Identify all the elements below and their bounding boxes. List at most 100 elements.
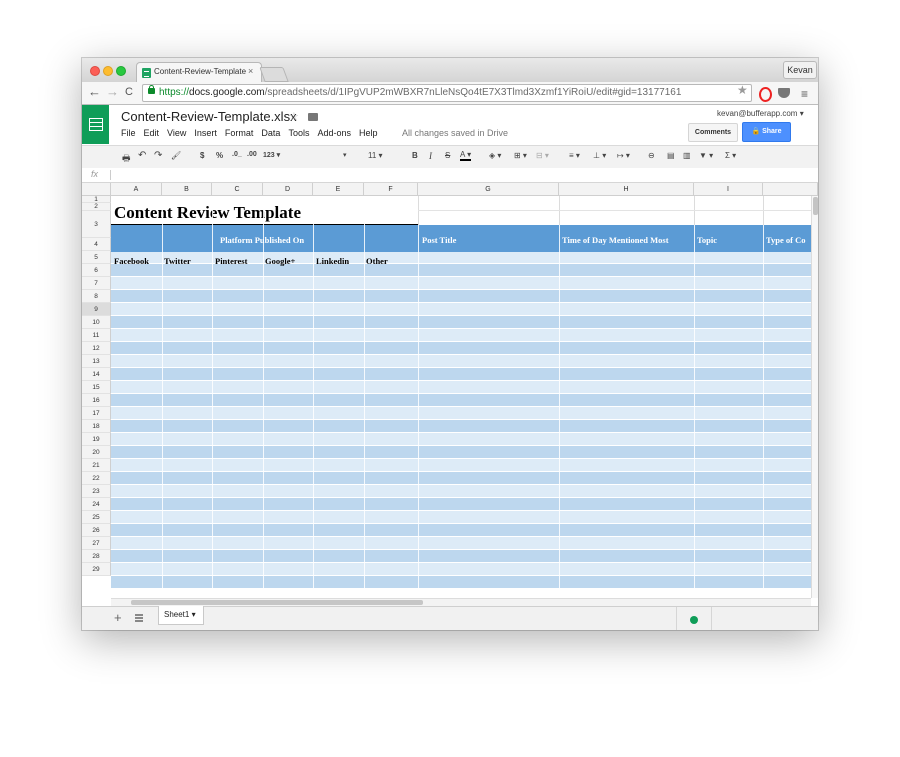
comments-button[interactable]: Comments: [688, 123, 738, 142]
table-row[interactable]: [111, 446, 811, 459]
tab-close-icon[interactable]: ×: [248, 66, 253, 76]
share-button[interactable]: 🔒 Share: [742, 122, 791, 142]
strikethrough-button[interactable]: S: [445, 151, 450, 160]
zoom-window-button[interactable]: [116, 66, 126, 76]
horizontal-scroll-thumb[interactable]: [131, 600, 423, 605]
vertical-scrollbar[interactable]: [811, 196, 818, 598]
table-row[interactable]: [111, 550, 811, 563]
row-header-19[interactable]: 19: [82, 433, 111, 446]
address-bar[interactable]: https://docs.google.com/spreadsheets/d/1…: [142, 84, 752, 102]
row-header-13[interactable]: 13: [82, 355, 111, 368]
table-row[interactable]: [111, 524, 811, 537]
forward-arrow-icon[interactable]: →: [106, 85, 119, 99]
borders-button[interactable]: ⊞ ▾: [514, 151, 527, 160]
opera-extension-icon[interactable]: [759, 87, 772, 102]
row-header-3[interactable]: 3: [82, 211, 111, 238]
close-window-button[interactable]: [90, 66, 100, 76]
add-sheet-icon[interactable]: +: [114, 610, 122, 625]
pocket-extension-icon[interactable]: [778, 88, 790, 98]
table-row[interactable]: [111, 537, 811, 550]
column-header-i[interactable]: I: [694, 183, 763, 196]
row-header-14[interactable]: 14: [82, 368, 111, 381]
column-header-j[interactable]: [763, 183, 818, 196]
table-row[interactable]: [111, 511, 811, 524]
row-header-20[interactable]: 20: [82, 446, 111, 459]
browser-tab[interactable]: Content-Review-Template. ×: [136, 62, 262, 83]
font-size-dropdown[interactable]: 11 ▾: [368, 151, 383, 160]
font-family-dropdown[interactable]: ▾: [343, 151, 347, 159]
functions-icon[interactable]: Σ ▾: [725, 151, 736, 160]
column-header-b[interactable]: B: [162, 183, 212, 196]
table-row[interactable]: [111, 485, 811, 498]
decrease-decimal-button[interactable]: .0_: [232, 151, 242, 158]
table-row[interactable]: [111, 368, 811, 381]
column-header-d[interactable]: D: [263, 183, 313, 196]
reload-icon[interactable]: C: [125, 85, 133, 99]
row-header-7[interactable]: 7: [82, 277, 111, 290]
redo-icon[interactable]: ↷: [154, 150, 162, 161]
row-header-17[interactable]: 17: [82, 407, 111, 420]
menu-tools[interactable]: Tools: [288, 128, 309, 138]
table-row[interactable]: [111, 303, 811, 316]
table-row[interactable]: [111, 342, 811, 355]
row-header-22[interactable]: 22: [82, 472, 111, 485]
row-header-15[interactable]: 15: [82, 381, 111, 394]
row-header-23[interactable]: 23: [82, 485, 111, 498]
row-header-29[interactable]: 29: [82, 563, 111, 576]
text-wrap-button[interactable]: ↦ ▾: [617, 151, 630, 160]
filter-icon[interactable]: ▼ ▾: [699, 151, 713, 160]
column-header-c[interactable]: C: [212, 183, 263, 196]
column-header-f[interactable]: F: [364, 183, 418, 196]
platform-facebook-cell[interactable]: Facebook: [114, 256, 149, 266]
table-row[interactable]: [111, 563, 811, 576]
row-header-4[interactable]: 4: [82, 238, 111, 251]
row-header-1[interactable]: 1: [82, 196, 111, 203]
insert-comment-icon[interactable]: ▤: [667, 151, 675, 160]
table-row[interactable]: [111, 459, 811, 472]
row-header-6[interactable]: 6: [82, 264, 111, 277]
menu-help[interactable]: Help: [359, 128, 378, 138]
text-color-button[interactable]: A ▾: [460, 151, 472, 161]
account-menu[interactable]: kevan@bufferapp.com ▾: [717, 109, 804, 118]
time-of-day-header-cell[interactable]: Time of Day Mentioned Most: [562, 235, 669, 245]
column-header-a[interactable]: A: [111, 183, 162, 196]
row-header-21[interactable]: 21: [82, 459, 111, 472]
spreadsheet-grid[interactable]: Content Review Template Platform Publish…: [82, 183, 818, 598]
menu-view[interactable]: View: [167, 128, 186, 138]
row-header-11[interactable]: 11: [82, 329, 111, 342]
type-of-content-header-cell[interactable]: Type of Co: [766, 235, 806, 245]
row-header-26[interactable]: 26: [82, 524, 111, 537]
select-all-corner[interactable]: [82, 183, 111, 196]
sheet-title-cell[interactable]: Content Review Template: [114, 203, 301, 223]
menu-insert[interactable]: Insert: [194, 128, 217, 138]
table-row[interactable]: [111, 498, 811, 511]
horizontal-align-button[interactable]: ≡ ▾: [569, 151, 580, 160]
row-header-16[interactable]: 16: [82, 394, 111, 407]
column-header-g[interactable]: G: [418, 183, 559, 196]
table-row[interactable]: [111, 290, 811, 303]
sheets-logo-icon[interactable]: [82, 105, 109, 144]
print-icon[interactable]: 🖶: [122, 151, 131, 167]
document-title[interactable]: Content-Review-Template.xlsx: [121, 109, 297, 124]
fill-color-button[interactable]: ◈ ▾: [489, 151, 501, 160]
bold-button[interactable]: B: [412, 151, 418, 160]
menu-addons[interactable]: Add-ons: [317, 128, 351, 138]
table-row[interactable]: [111, 407, 811, 420]
row-header-5[interactable]: 5: [82, 251, 111, 264]
italic-button[interactable]: I: [429, 151, 432, 161]
platform-linkedin-cell[interactable]: Linkedin: [316, 256, 349, 266]
browser-menu-icon[interactable]: ≡: [801, 87, 808, 101]
row-header-2[interactable]: 2: [82, 203, 111, 211]
row-header-24[interactable]: 24: [82, 498, 111, 511]
row-header-8[interactable]: 8: [82, 290, 111, 303]
paint-format-icon[interactable]: 🖌: [171, 151, 181, 160]
platform-googleplus-cell[interactable]: Google+: [265, 256, 295, 266]
platform-other-cell[interactable]: Other: [366, 256, 388, 266]
formula-bar[interactable]: fx: [82, 168, 818, 183]
menu-file[interactable]: File: [121, 128, 136, 138]
topic-header-cell[interactable]: Topic: [697, 235, 717, 245]
row-header-25[interactable]: 25: [82, 511, 111, 524]
undo-icon[interactable]: ↶: [138, 150, 146, 161]
column-header-h[interactable]: H: [559, 183, 694, 196]
table-row[interactable]: [111, 472, 811, 485]
